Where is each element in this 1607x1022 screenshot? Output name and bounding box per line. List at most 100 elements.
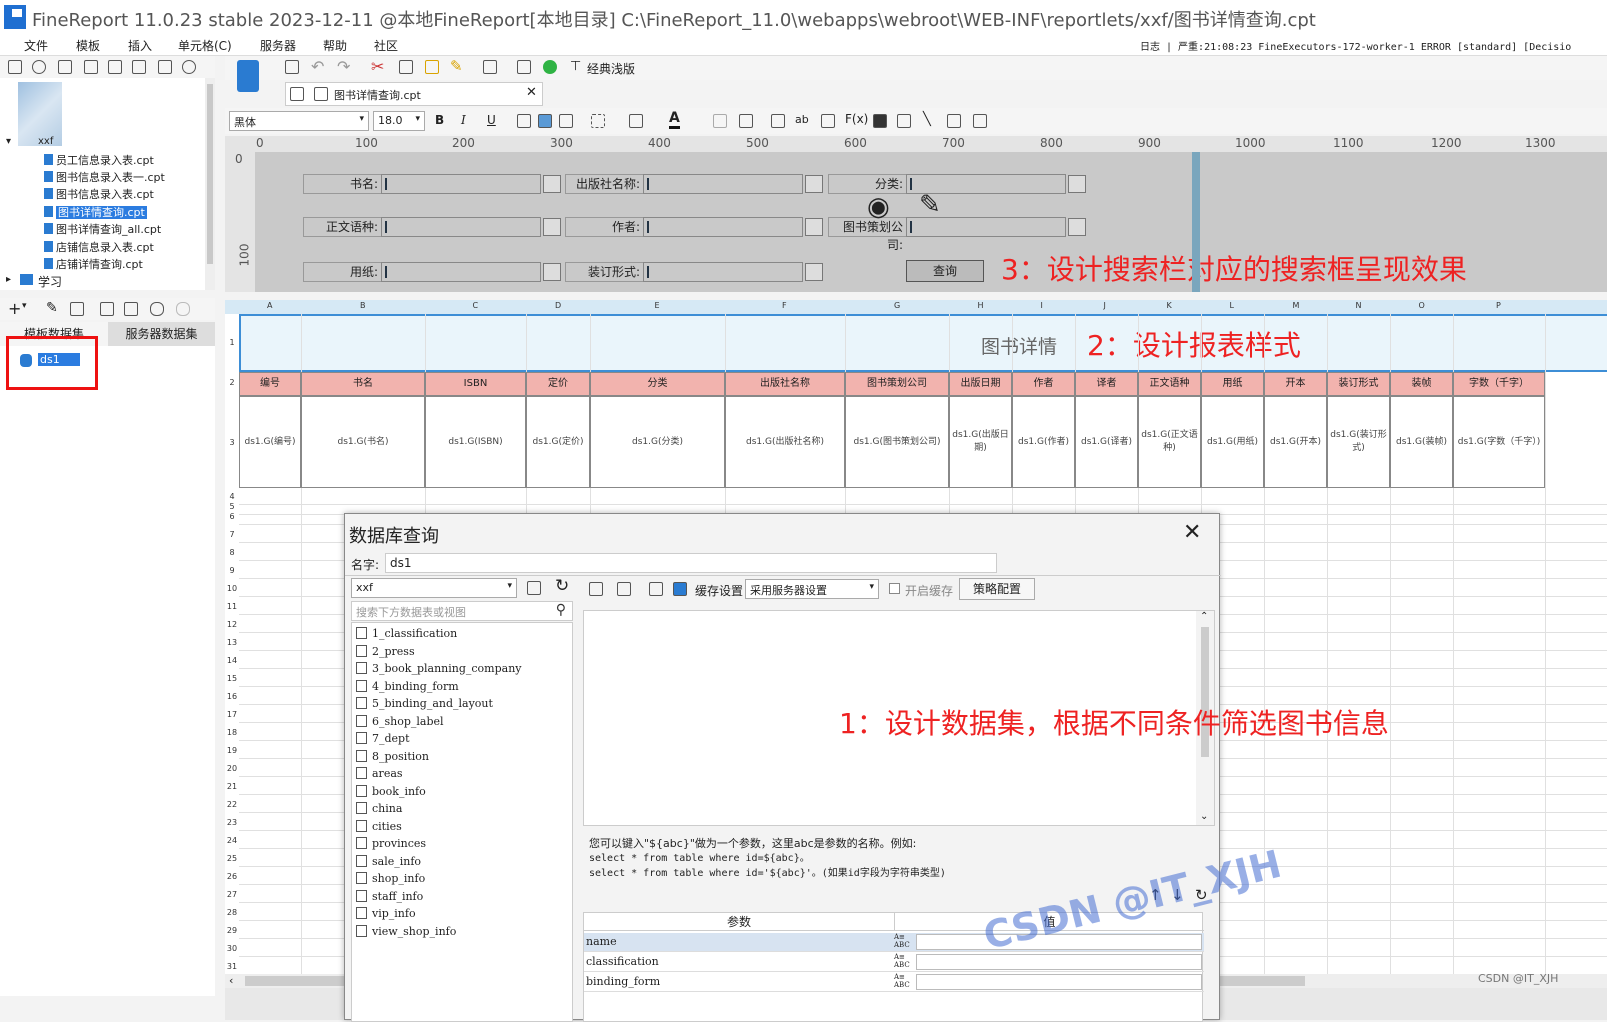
table-item[interactable]: vip_info [356, 907, 416, 920]
row-number[interactable]: 2 [225, 378, 239, 387]
book-name-input[interactable] [381, 174, 541, 194]
author-input[interactable] [643, 217, 803, 237]
table-item[interactable]: 6_shop_label [356, 714, 444, 728]
format-painter-icon[interactable]: ✎ [450, 57, 463, 75]
row-number[interactable]: 15 [225, 674, 239, 683]
header-cell[interactable]: 定价 [526, 372, 590, 396]
row-number[interactable]: 25 [225, 854, 239, 863]
header-cell[interactable]: 字数（千字） [1453, 372, 1545, 396]
open-cache-checkbox[interactable] [889, 583, 900, 594]
widget-icon[interactable] [805, 263, 823, 281]
widget-icon[interactable] [543, 263, 561, 281]
row-number[interactable]: 23 [225, 818, 239, 827]
italic-icon[interactable]: I [461, 113, 466, 127]
param-row[interactable]: name A≡ ABC [584, 933, 1204, 952]
data-cell[interactable]: ds1.G(ISBN) [425, 396, 526, 488]
data-cell[interactable]: ds1.G(装帧) [1390, 396, 1453, 488]
check-icon[interactable] [543, 60, 557, 74]
widget-icon[interactable] [1068, 218, 1086, 236]
params-icon[interactable] [124, 302, 138, 316]
tree-item-selected[interactable]: 图书详情查询.cpt [44, 204, 147, 220]
data-cell[interactable]: ds1.G(出版社名称) [725, 396, 845, 488]
template-icon[interactable] [649, 582, 663, 596]
border-icon[interactable] [591, 114, 605, 128]
table-item[interactable]: 7_dept [356, 732, 410, 745]
align-right-icon[interactable] [559, 114, 573, 128]
column-letter[interactable]: K [1167, 301, 1172, 310]
bold-icon[interactable]: B [435, 113, 444, 127]
data-cell[interactable]: ds1.G(开本) [1264, 396, 1327, 488]
param-row[interactable]: classification A≡ ABC [584, 953, 1204, 972]
copy-icon[interactable] [399, 60, 413, 74]
data-cell[interactable]: ds1.G(书名) [301, 396, 425, 488]
data-cell[interactable]: ds1.G(正文语种) [1138, 396, 1201, 488]
formula-icon[interactable]: F(x) [845, 112, 868, 126]
planning-company-input[interactable] [906, 217, 1066, 237]
new-folder-icon[interactable] [8, 60, 22, 74]
header-cell[interactable]: 作者 [1012, 372, 1075, 396]
delete-icon[interactable] [70, 302, 84, 316]
chart-icon[interactable] [873, 114, 887, 128]
align-center-icon[interactable] [538, 114, 552, 128]
frame-icon[interactable] [973, 114, 987, 128]
header-cell[interactable]: 开本 [1264, 372, 1327, 396]
tree-item[interactable]: 图书信息录入表.cpt [44, 186, 154, 202]
tree-folder-xxf[interactable]: xxf [38, 136, 53, 147]
column-letter[interactable]: H [978, 301, 984, 310]
data-cell[interactable]: ds1.G(装订形式) [1327, 396, 1390, 488]
table-item[interactable]: provinces [356, 837, 426, 850]
tree-item[interactable]: 图书详情查询_all.cpt [44, 221, 161, 237]
fill-color-icon[interactable] [629, 114, 643, 128]
row-number[interactable]: 10 [225, 584, 239, 593]
close-icon[interactable]: ✕ [526, 85, 537, 100]
row-number[interactable]: 19 [225, 746, 239, 755]
report-title[interactable]: 图书详情 [981, 332, 1057, 359]
header-cell[interactable]: 用纸 [1201, 372, 1264, 396]
binding-form-input[interactable] [643, 262, 803, 282]
table-item[interactable]: 3_book_planning_company [356, 662, 522, 675]
shirt-icon[interactable]: ⊤ [570, 59, 581, 74]
column-letter[interactable]: C [473, 301, 479, 310]
data-cell[interactable]: ds1.G(分类) [590, 396, 725, 488]
row-number[interactable]: 27 [225, 890, 239, 899]
press-input[interactable] [643, 174, 803, 194]
row-number[interactable]: 1 [225, 338, 239, 347]
menu-help[interactable]: 帮助 [323, 37, 347, 54]
param-row[interactable]: binding_form A≡ ABC [584, 973, 1204, 992]
save-icon[interactable] [285, 60, 299, 74]
language-input[interactable] [381, 217, 541, 237]
header-cell[interactable]: 出版日期 [949, 372, 1012, 396]
chevron-down-icon[interactable]: ▾ [22, 301, 27, 311]
strategy-config-button[interactable]: 策略配置 [959, 578, 1035, 600]
underline-icon[interactable]: U [487, 113, 496, 127]
row-number[interactable]: 20 [225, 764, 239, 773]
row-number[interactable]: 16 [225, 692, 239, 701]
row-number[interactable]: 4 [225, 492, 239, 501]
widget-icon[interactable] [805, 175, 823, 193]
row-number[interactable]: 14 [225, 656, 239, 665]
table-item[interactable]: view_shop_info [356, 924, 456, 938]
template-type-icon[interactable] [237, 60, 259, 92]
refresh-icon[interactable] [32, 60, 46, 74]
scroll-left-icon[interactable]: ‹ [229, 974, 233, 987]
lock-icon[interactable] [158, 60, 172, 74]
database-icon[interactable] [150, 302, 164, 316]
table-search-input[interactable]: 搜索下方数据表或视图 ⚲ [351, 601, 573, 621]
header-cell[interactable]: ISBN [425, 372, 526, 396]
table-item[interactable]: 5_binding_and_layout [356, 697, 493, 710]
row-number[interactable]: 12 [225, 620, 239, 629]
font-color-icon[interactable]: A [669, 110, 680, 129]
table-item[interactable]: staff_info [356, 889, 423, 903]
row-number[interactable]: 11 [225, 602, 239, 611]
column-letter[interactable]: J [1104, 301, 1106, 310]
table-item[interactable]: 4_binding_form [356, 679, 459, 693]
link-icon[interactable] [771, 114, 785, 128]
cut-icon[interactable]: ✂ [371, 57, 384, 76]
header-cell[interactable]: 装帧 [1390, 372, 1453, 396]
row-number[interactable]: 21 [225, 782, 239, 791]
edit-icon[interactable]: ✎ [46, 300, 58, 316]
header-cell[interactable]: 编号 [239, 372, 301, 396]
data-cell[interactable]: ds1.G(作者) [1012, 396, 1075, 488]
row-number[interactable]: 30 [225, 944, 239, 953]
widget-icon[interactable] [805, 218, 823, 236]
